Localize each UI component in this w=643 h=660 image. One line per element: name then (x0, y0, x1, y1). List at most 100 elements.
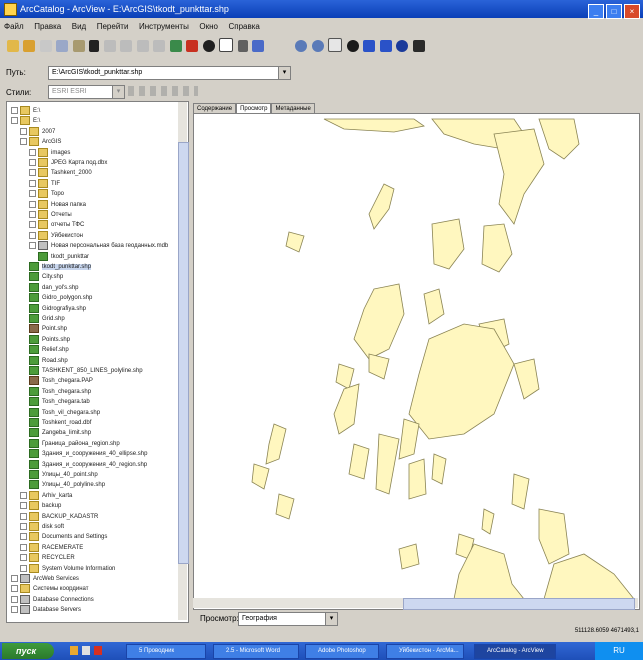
expand-icon[interactable] (29, 242, 36, 250)
styles-combo[interactable]: ESRI ESRI ▾ (48, 85, 125, 99)
tree-item[interactable]: Уйбекистон (29, 230, 83, 241)
tree-item[interactable]: tkodt_punkttar.shp (29, 262, 92, 272)
catalog-tree[interactable]: E:\ E:\ 2007 ArcGIS images JPEG Карта под.dbx… (6, 101, 189, 623)
menu-tools[interactable]: Инструменты (139, 22, 189, 31)
close-button[interactable]: × (624, 4, 640, 19)
expand-icon[interactable] (20, 502, 27, 510)
tree-item[interactable]: Tashkent_2000 (29, 168, 92, 178)
taskbar-item-explorer[interactable]: 5 Проводник (126, 644, 206, 659)
tree-vertical-scrollbar[interactable] (178, 102, 189, 620)
tree-item[interactable]: System Volume Information (20, 563, 115, 574)
metadata-icon[interactable] (219, 38, 234, 52)
minimize-button[interactable]: _ (588, 4, 604, 19)
whats-this-icon[interactable] (252, 40, 265, 52)
connect-folder-icon[interactable] (23, 40, 36, 52)
expand-icon[interactable] (20, 512, 27, 520)
tree-item[interactable]: Gidrografiya.shp (29, 303, 86, 314)
maximize-button[interactable]: □ (606, 4, 622, 19)
tree-item[interactable]: Системы координат (11, 584, 89, 594)
path-combo[interactable]: E:\ArcGIS\tkodt_punkttar.shp ▾ (48, 66, 291, 80)
taskbar-item-arcmap[interactable]: Уйбекистон - ArcMa... (386, 644, 464, 659)
tree-item[interactable]: dan_yol's.shp (29, 282, 79, 293)
tree-item[interactable]: Tosh_chegara.tab (29, 397, 90, 407)
expand-icon[interactable] (20, 127, 27, 135)
tree-item[interactable]: disk soft (20, 522, 64, 532)
tree-item[interactable]: Zangeba_limit.shp (29, 428, 91, 438)
paste-icon[interactable] (72, 40, 85, 52)
tree-item[interactable]: Database Servers (11, 605, 81, 615)
quicklaunch-icon[interactable] (82, 646, 90, 655)
expand-icon[interactable] (11, 117, 18, 125)
expand-icon[interactable] (20, 523, 27, 530)
disconnect-folder-icon[interactable] (39, 40, 52, 52)
expand-icon[interactable] (20, 543, 27, 551)
search-icon[interactable] (202, 40, 215, 52)
chevron-down-icon[interactable]: ▾ (325, 613, 337, 625)
forward-icon[interactable] (379, 40, 392, 52)
tree-item[interactable]: Tosh_chegara.PAP (29, 376, 93, 386)
tree-item[interactable]: E:\ (11, 116, 40, 126)
delete-icon[interactable] (89, 40, 100, 52)
full-extent-icon[interactable] (346, 40, 359, 52)
tree-item[interactable]: RECYCLER (20, 553, 75, 563)
taskbar-item-word[interactable]: 2.5 - Microsoft Word (213, 644, 299, 659)
expand-icon[interactable] (29, 148, 36, 156)
back-icon[interactable] (363, 40, 376, 52)
tree-item[interactable]: TIF (29, 178, 60, 189)
chevron-down-icon[interactable]: ▾ (278, 67, 290, 79)
expand-icon[interactable] (11, 595, 18, 603)
tree-item[interactable]: City.shp (29, 272, 63, 282)
tree-item[interactable]: Tosh_vil_chegara.shp (29, 407, 100, 418)
taskbar-item-arccatalog[interactable]: ArcCatalog - ArcView (474, 644, 556, 659)
tree-item[interactable]: Database Connections (11, 594, 94, 605)
arctoolbox-icon[interactable] (186, 40, 199, 52)
chevron-down-icon[interactable]: ▾ (112, 86, 124, 98)
tree-item[interactable]: Topo (29, 189, 64, 199)
tree-item[interactable]: Point.shp (29, 324, 67, 334)
create-thumbnail-icon[interactable] (412, 40, 425, 52)
identify-icon[interactable] (396, 40, 409, 52)
menu-help[interactable]: Справка (228, 22, 259, 31)
expand-icon[interactable] (20, 533, 27, 541)
menu-window[interactable]: Окно (199, 22, 218, 31)
preview-horizontal-scrollbar[interactable] (193, 598, 638, 610)
tree-item[interactable]: BACKUP_KADASTR (20, 511, 98, 522)
tree-item[interactable]: Новая персональная база геоданных.mdb (29, 241, 168, 251)
tree-item[interactable]: Здания_и_сооружения_40_ellipse.shp (29, 449, 147, 459)
tree-item[interactable]: tkodt_punkttar (38, 251, 89, 262)
quicklaunch-icon[interactable] (70, 646, 78, 655)
language-indicator[interactable]: RU (613, 646, 625, 655)
tree-item[interactable]: images (29, 147, 70, 158)
expand-icon[interactable] (29, 211, 36, 218)
tree-item[interactable]: отчеты ТФС (29, 220, 84, 230)
scrollbar-thumb[interactable] (178, 142, 189, 564)
tree-item[interactable]: Улицы_40_polyline.shp (29, 480, 105, 490)
tree-item[interactable]: ArcWeb Services (11, 574, 79, 584)
expand-icon[interactable] (20, 554, 27, 562)
expand-icon[interactable] (29, 159, 36, 166)
tree-item[interactable]: Новая папка (29, 199, 86, 210)
expand-icon[interactable] (11, 107, 18, 114)
large-icons-icon[interactable] (103, 40, 116, 52)
scrollbar-thumb[interactable] (403, 598, 635, 610)
tree-item[interactable]: 2007 (20, 126, 55, 137)
tree-item[interactable]: Road.shp (29, 355, 68, 366)
tree-item[interactable]: Documents and Settings (20, 532, 107, 542)
expand-icon[interactable] (29, 169, 36, 177)
arrow-icon[interactable] (237, 40, 248, 52)
tree-item[interactable]: Toshkent_road.dbf (29, 418, 91, 428)
start-button[interactable]: пуск (2, 643, 54, 659)
zoom-out-icon[interactable] (311, 40, 324, 52)
expand-icon[interactable] (29, 179, 36, 187)
expand-icon[interactable] (29, 221, 36, 229)
expand-icon[interactable] (20, 564, 27, 572)
tree-item[interactable]: Gidro_polygon.shp (29, 293, 92, 303)
preview-pane[interactable] (193, 113, 640, 610)
details-icon[interactable] (136, 40, 149, 52)
tree-item[interactable]: JPEG Карта под.dbx (29, 158, 107, 168)
expand-icon[interactable] (29, 231, 36, 239)
tree-item[interactable]: Отчеты (29, 210, 72, 220)
tree-item[interactable]: Grid.shp (29, 314, 65, 324)
tree-item[interactable]: ArcGIS (20, 137, 61, 147)
tree-item[interactable]: Tosh_chegara.shp (29, 386, 91, 397)
